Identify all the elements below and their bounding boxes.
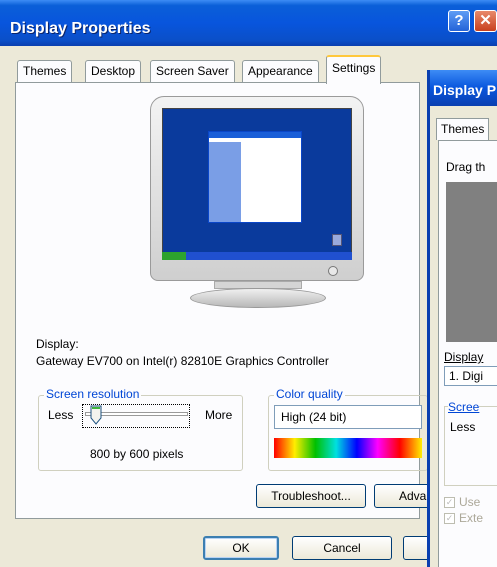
close-icon: ✕ — [479, 12, 492, 29]
ok-button[interactable]: OK — [203, 536, 279, 560]
second-window-less-label: Less — [450, 420, 476, 434]
help-icon: ? — [454, 12, 464, 29]
help-button[interactable]: ? — [448, 10, 470, 32]
preview-start-button — [162, 252, 186, 260]
tab-appearance[interactable]: Appearance — [242, 60, 319, 82]
color-quality-select[interactable]: High (24 bit) — [274, 405, 422, 429]
resolution-less-label: Less — [48, 408, 74, 422]
second-window-checkbox-2-label: Exte — [459, 511, 484, 525]
tab-screen-saver[interactable]: Screen Saver — [150, 60, 235, 82]
second-window-checkbox-1[interactable]: ✓ — [444, 497, 455, 508]
second-window-checkbox-1-label: Use — [459, 495, 481, 509]
preview-window — [208, 131, 302, 223]
second-window-tab-themes[interactable]: Themes — [436, 118, 490, 140]
second-window-checkbox-2[interactable]: ✓ — [444, 513, 455, 524]
second-window-group-legend: Scree — [448, 400, 480, 414]
monitor-stand — [190, 288, 326, 308]
second-window-monitor-area[interactable] — [446, 182, 497, 342]
tab-desktop[interactable]: Desktop — [85, 60, 142, 82]
second-window-drag-text: Drag th — [446, 160, 486, 174]
power-button-icon — [328, 266, 338, 276]
close-button[interactable]: ✕ — [474, 10, 497, 32]
display-value: Gateway EV700 on Intel(r) 82810E Graphic… — [36, 354, 329, 368]
second-display-properties-window[interactable]: Display P Themes Drag th Display 1. Digi… — [427, 70, 497, 567]
second-window-display-select[interactable]: 1. Digi — [444, 366, 497, 386]
troubleshoot-button[interactable]: Troubleshoot... — [256, 484, 366, 508]
resolution-more-label: More — [205, 408, 233, 422]
second-window-resolution-group — [444, 406, 497, 486]
color-quality-legend: Color quality — [274, 387, 345, 401]
second-window-title: Display P — [433, 82, 497, 98]
second-window-display-label: Display — [444, 350, 484, 364]
preview-taskbar — [162, 252, 352, 260]
recycle-bin-icon — [332, 234, 342, 246]
advanced-button[interactable]: Adva — [374, 484, 434, 508]
display-label: Display: — [36, 337, 79, 351]
resolution-slider-thumb[interactable] — [90, 405, 102, 425]
window-title: Display Properties — [10, 20, 151, 37]
cancel-button[interactable]: Cancel — [292, 536, 392, 560]
tab-themes[interactable]: Themes — [17, 60, 73, 82]
second-window-title-bar[interactable]: Display P — [430, 70, 497, 106]
color-sample-bar — [274, 438, 422, 458]
screen-resolution-legend: Screen resolution — [44, 387, 142, 401]
tab-settings[interactable]: Settings — [326, 55, 382, 84]
resolution-value: 800 by 600 pixels — [90, 447, 184, 461]
